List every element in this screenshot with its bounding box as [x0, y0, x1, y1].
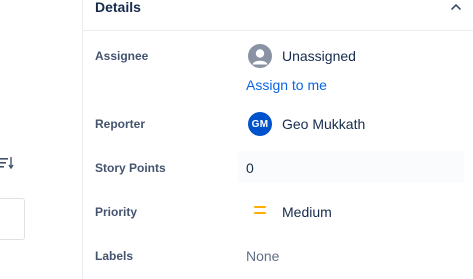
reporter-value[interactable]: Geo Mukkath	[282, 115, 365, 133]
reporter-label: Reporter	[95, 117, 146, 131]
labels-value[interactable]: None	[246, 247, 279, 265]
priority-value[interactable]: Medium	[282, 203, 332, 221]
left-panel	[0, 0, 82, 279]
person-icon	[252, 49, 268, 65]
priority-label: Priority	[95, 205, 138, 219]
details-panel: Details Assignee Unassigned Assign to me…	[83, 0, 473, 279]
reporter-avatar: GM	[248, 112, 272, 136]
details-header[interactable]: Details	[83, 0, 473, 31]
issue-view: Details Assignee Unassigned Assign to me…	[0, 0, 473, 279]
comment-input-box[interactable]	[0, 198, 25, 240]
priority-medium-icon	[254, 206, 266, 214]
story-points-field[interactable]	[238, 151, 464, 183]
assignee-value[interactable]: Unassigned	[282, 47, 356, 65]
chevron-up-icon[interactable]	[449, 0, 463, 14]
story-points-label: Story Points	[95, 161, 166, 175]
labels-label: Labels	[95, 249, 134, 263]
story-points-value[interactable]: 0	[246, 159, 254, 177]
sort-icon[interactable]	[0, 156, 14, 170]
details-title: Details	[95, 0, 141, 15]
assignee-label: Assignee	[95, 49, 149, 63]
default-avatar-icon	[248, 44, 272, 68]
assign-to-me-link[interactable]: Assign to me	[246, 76, 327, 94]
